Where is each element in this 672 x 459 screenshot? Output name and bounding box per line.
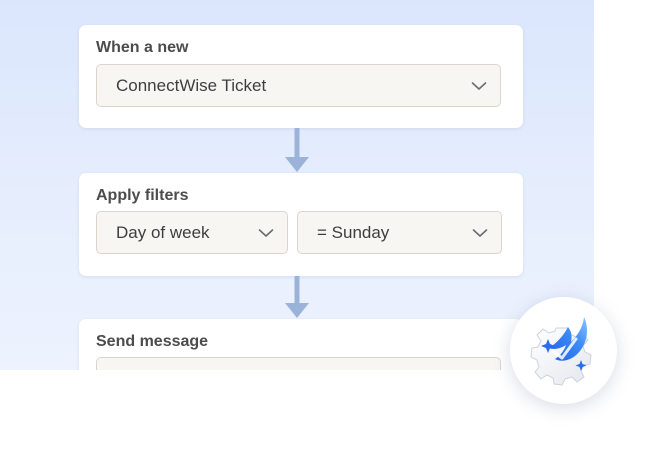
arrow-down-icon: [285, 276, 309, 318]
action-card-title: Send message: [96, 333, 209, 350]
filter-condition-select-value: = Sunday: [317, 223, 390, 242]
workflow-canvas: When a new ConnectWise Ticket Apply filt…: [0, 0, 594, 370]
filter-condition-select[interactable]: = Sunday: [297, 211, 502, 254]
trigger-card-title: When a new: [96, 39, 189, 56]
action-select[interactable]: [96, 357, 501, 370]
chevron-down-icon: [472, 229, 488, 237]
ai-sparkle-gear-icon: [530, 317, 592, 386]
filter-field-select-value: Day of week: [116, 223, 210, 242]
chevron-down-icon: [258, 229, 274, 237]
trigger-card: When a new ConnectWise Ticket: [79, 25, 523, 128]
filter-card-title: Apply filters: [96, 187, 189, 204]
ai-assistant-badge[interactable]: [510, 297, 617, 404]
filter-field-select[interactable]: Day of week: [96, 211, 288, 254]
trigger-app-select[interactable]: ConnectWise Ticket: [96, 64, 501, 107]
filter-card: Apply filters Day of week = Sunday: [79, 173, 523, 276]
chevron-down-icon: [471, 82, 487, 90]
arrow-down-icon: [285, 128, 309, 172]
action-card: Send message: [79, 319, 523, 370]
trigger-app-select-value: ConnectWise Ticket: [116, 76, 267, 95]
